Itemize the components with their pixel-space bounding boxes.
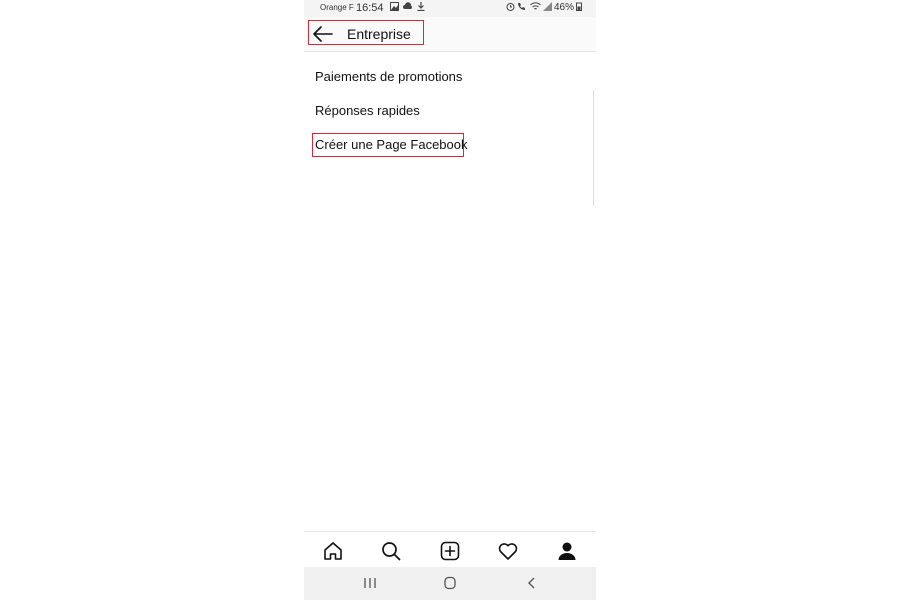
menu-item-creer-page-facebook[interactable]: Créer une Page Facebook — [315, 137, 467, 152]
alarm-icon — [506, 2, 515, 13]
gallery-icon — [390, 2, 399, 13]
search-icon[interactable] — [380, 540, 402, 562]
carrier-label: Orange F — [320, 3, 354, 12]
recents-icon[interactable] — [362, 576, 378, 590]
page-title: Entreprise — [347, 26, 411, 42]
status-bar: Orange F 16:54 46% — [304, 0, 596, 17]
phone-screen: Orange F 16:54 46% Entreprise Paiements … — [304, 0, 596, 600]
menu-item-reponses-rapides[interactable]: Réponses rapides — [315, 103, 420, 118]
system-nav-bar — [304, 567, 596, 600]
wifi-icon — [530, 2, 541, 13]
home-circle-icon[interactable] — [442, 576, 458, 590]
download-icon — [417, 2, 425, 13]
scroll-indicator — [593, 90, 594, 206]
menu-item-paiements-de-promotions[interactable]: Paiements de promotions — [315, 69, 462, 84]
status-time: 16:54 — [356, 2, 384, 14]
cloud-icon — [403, 2, 413, 13]
add-post-icon[interactable] — [439, 540, 461, 562]
battery-level: 46% — [554, 2, 575, 13]
battery-icon — [576, 2, 582, 13]
app-header: Entreprise — [304, 17, 596, 52]
back-chevron-icon[interactable] — [524, 576, 540, 590]
heart-icon[interactable] — [497, 540, 519, 562]
arrow-left-icon[interactable] — [312, 23, 334, 45]
home-icon[interactable] — [322, 540, 344, 562]
bottom-tab-bar — [304, 531, 596, 568]
signal-icon — [543, 2, 552, 13]
wifi-call-icon — [517, 2, 527, 13]
profile-icon[interactable] — [556, 540, 578, 562]
